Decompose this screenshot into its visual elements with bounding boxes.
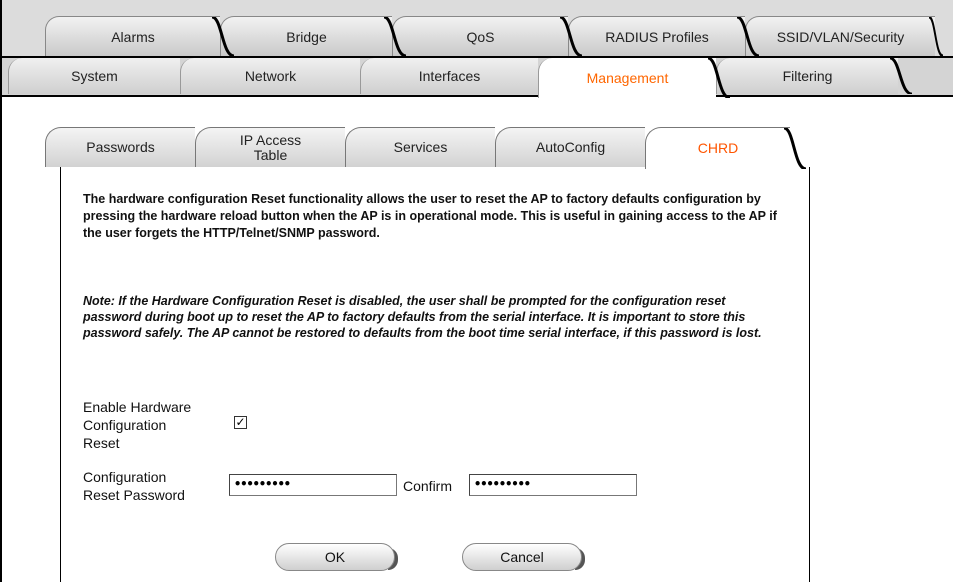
tab-management[interactable]: Management [538, 58, 730, 98]
subtab-services[interactable]: Services [345, 127, 495, 167]
confirm-label: Confirm [403, 478, 453, 494]
tab-label: Management [586, 70, 669, 86]
tab-alarms[interactable]: Alarms [45, 16, 234, 56]
confirm-password-field[interactable]: ••••••••• [469, 474, 637, 496]
tab-curve-icon [737, 17, 759, 56]
tab-system[interactable]: System [8, 58, 180, 94]
tab-bridge[interactable]: Bridge [220, 16, 406, 56]
tab-label: Alarms [111, 28, 155, 45]
subtab-chrd[interactable]: CHRD [645, 127, 806, 169]
label-line: Enable Hardware [83, 399, 192, 415]
tab-label: QoS [466, 28, 495, 45]
cancel-button[interactable]: Cancel [462, 543, 585, 571]
tab-curve-icon [890, 58, 912, 94]
top-tab-area: Alarms Bridge QoS RADIUS Profiles SSID/V… [0, 0, 953, 98]
reset-password-field[interactable]: ••••••••• [229, 474, 397, 496]
subtab-label: Passwords [86, 139, 155, 155]
tab-interfaces[interactable]: Interfaces [360, 58, 538, 94]
tab-filtering[interactable]: Filtering [716, 58, 912, 94]
tab-ssid-vlan-security[interactable]: SSID/VLAN/Security [745, 16, 943, 56]
tab-label: System [71, 68, 118, 84]
tab-network[interactable]: Network [180, 58, 360, 94]
label-line: Configuration [83, 417, 167, 433]
subtab-label: CHRD [697, 140, 739, 156]
tab-curve-icon [784, 128, 806, 169]
tab-qos[interactable]: QoS [392, 16, 582, 56]
tab-curve-icon [929, 17, 943, 56]
reset-password-label: Configuration Reset Password [83, 468, 185, 504]
tab-label: SSID/VLAN/Security [776, 28, 905, 45]
enable-hw-reset-label: Enable Hardware Configuration Reset [83, 398, 191, 452]
sub-tab-bar: Passwords IP Access Table Services AutoC… [45, 127, 815, 169]
tab-label: RADIUS Profiles [605, 28, 709, 45]
label-line: Reset [83, 435, 120, 451]
note-text: Note: If the Hardware Configuration Rese… [83, 294, 762, 340]
subtab-autoconfig[interactable]: AutoConfig [495, 127, 645, 167]
tab-label: Network [244, 68, 297, 84]
label-line: Reset Password [83, 487, 185, 503]
tab-row-bottom-rule [0, 95, 953, 97]
subtab-ip-access-table[interactable]: IP Access Table [195, 127, 345, 167]
subtab-label-line-2: Table [253, 146, 288, 163]
subtab-label: Services [393, 139, 448, 155]
tab-curve-icon [384, 17, 406, 56]
tab-curve-icon [560, 17, 582, 56]
page-left-border [0, 0, 2, 582]
subtab-label-line-1: IP Access [239, 131, 302, 148]
tab-label: Filtering [782, 68, 833, 84]
tab-curve-icon [212, 17, 234, 56]
label-line: Configuration [83, 469, 167, 485]
tab-radius-profiles[interactable]: RADIUS Profiles [568, 16, 759, 56]
subtab-passwords[interactable]: Passwords [45, 127, 195, 167]
tab-curve-icon [708, 58, 730, 98]
tab-label: Bridge [286, 28, 327, 45]
intro-text: The hardware configuration Reset functio… [83, 192, 777, 240]
ok-button[interactable]: OK [275, 543, 398, 571]
tab-label: Interfaces [418, 68, 481, 84]
subtab-label: AutoConfig [535, 139, 606, 155]
enable-hw-reset-checkbox[interactable]: ✓ [234, 416, 247, 429]
